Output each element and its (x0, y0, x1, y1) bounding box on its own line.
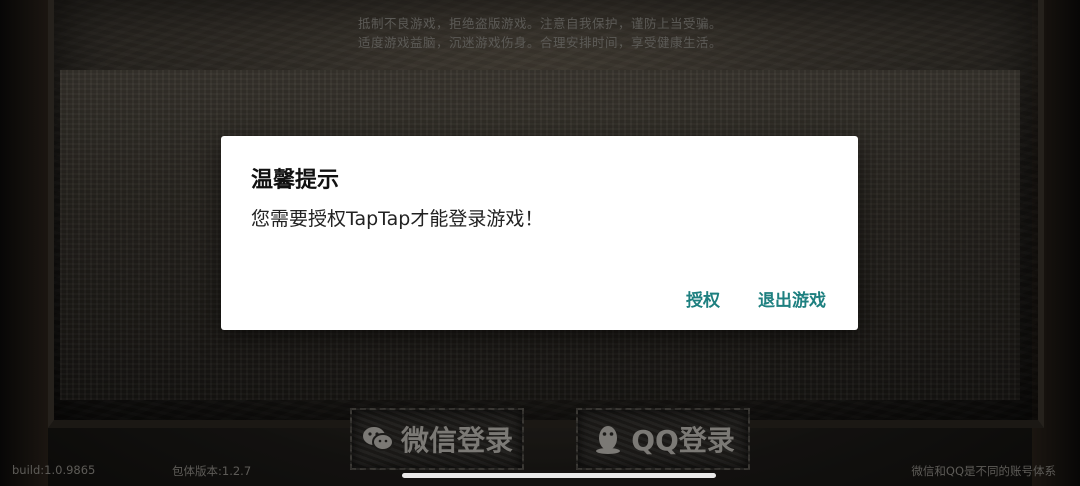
dialog-message: 您需要授权TapTap才能登录游戏！ (251, 208, 544, 230)
exit-game-button[interactable]: 退出游戏 (758, 286, 826, 311)
authorize-button[interactable]: 授权 (686, 286, 720, 311)
dialog-title: 温馨提示 (251, 168, 340, 193)
authorization-dialog: 温馨提示 您需要授权TapTap才能登录游戏！ 授权 退出游戏 (221, 136, 858, 330)
home-indicator[interactable] (402, 473, 716, 478)
